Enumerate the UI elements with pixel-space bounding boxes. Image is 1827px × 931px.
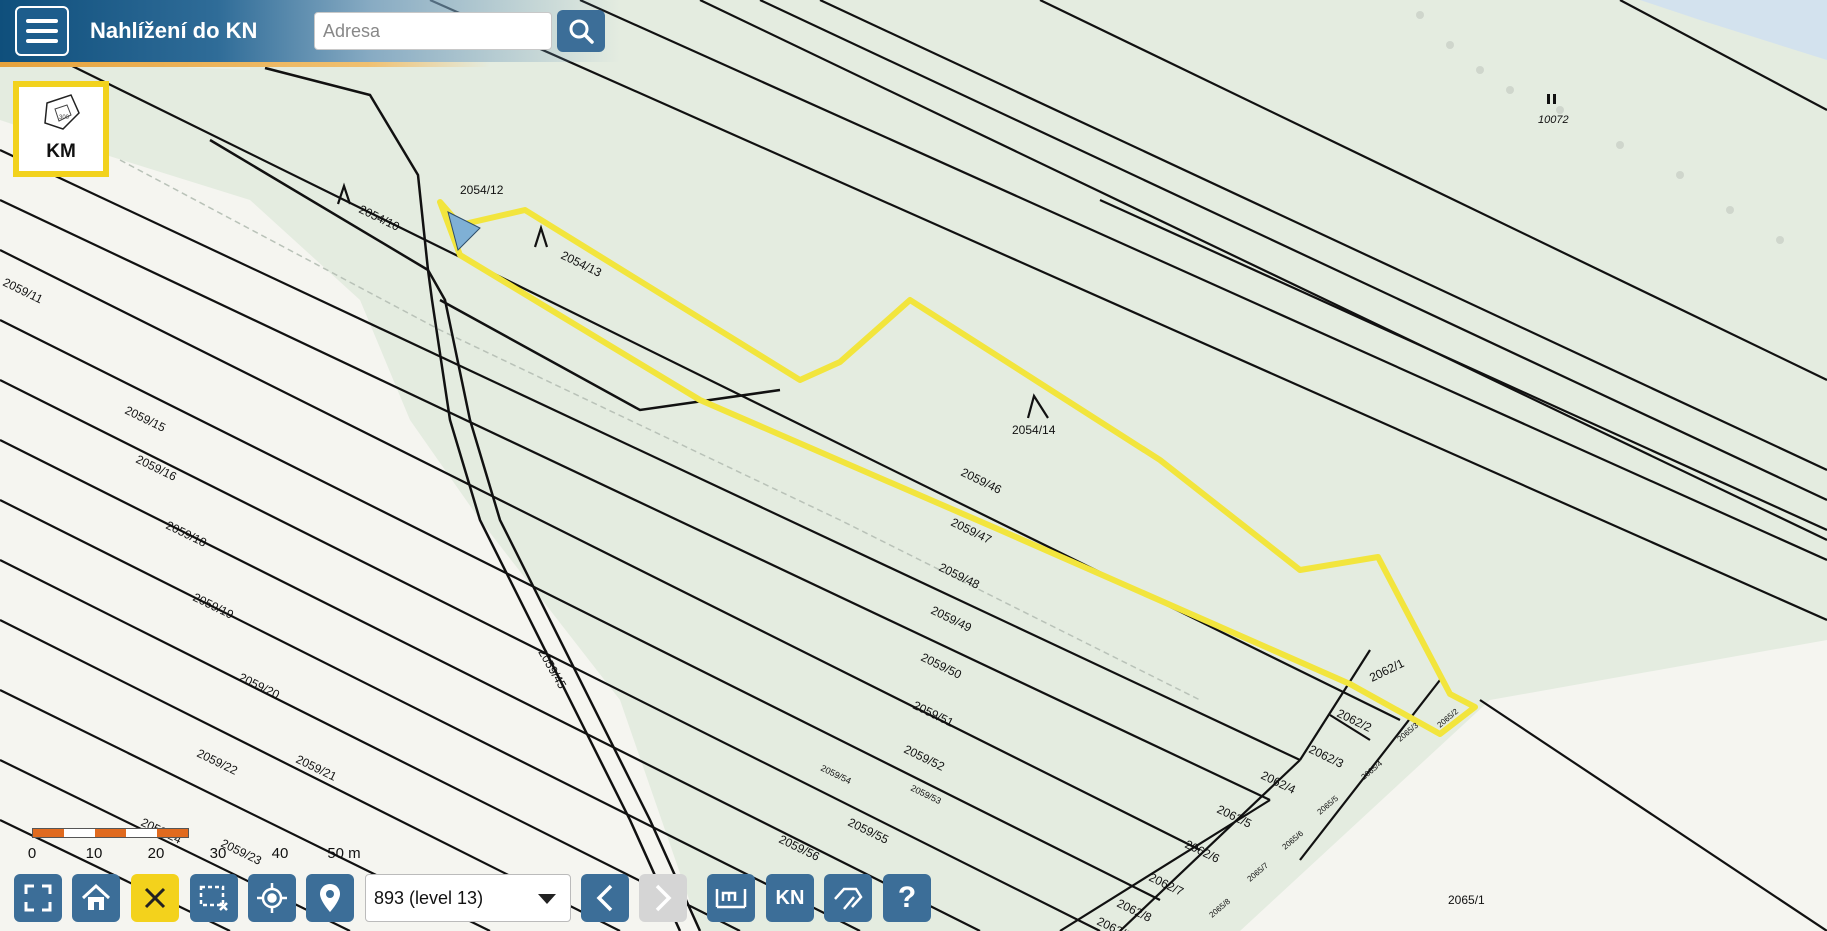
scale-level-select[interactable]: 893 (level 13) [365, 874, 571, 922]
layer-switch-label: KM [46, 141, 76, 162]
next-extent-button[interactable] [639, 874, 687, 922]
draw-parcel-icon [834, 887, 863, 910]
hamburger-icon [26, 19, 58, 23]
home-icon [81, 883, 111, 910]
scale-tick: 50 m [327, 845, 361, 862]
locate-icon [257, 883, 287, 913]
help-button[interactable]: ? [883, 874, 931, 922]
scale-bar-graphic [32, 828, 189, 838]
scale-tick: 0 [27, 845, 37, 862]
fullscreen-icon [24, 884, 52, 912]
parcel-label-2054-14: 2054/14 [1012, 423, 1056, 437]
close-icon [144, 887, 166, 909]
search-button[interactable] [557, 10, 605, 52]
help-icon: ? [897, 881, 917, 914]
scale-bar: 0 10 20 30 40 50 m [28, 828, 361, 868]
clear-selection-button[interactable] [131, 874, 179, 922]
select-area-icon [199, 885, 228, 911]
scale-tick: 20 [147, 845, 165, 862]
scale-level-value: 893 (level 13) [374, 888, 484, 908]
draw-parcel-button[interactable] [824, 874, 872, 922]
locate-button[interactable] [248, 874, 296, 922]
previous-icon [596, 884, 613, 912]
scale-tick: 40 [271, 845, 289, 862]
home-button[interactable] [72, 874, 120, 922]
scale-tick: 10 [85, 845, 103, 862]
search-icon [569, 19, 594, 44]
svg-text:300: 300 [59, 115, 70, 121]
previous-extent-button[interactable] [581, 874, 629, 922]
menu-button[interactable] [15, 6, 69, 56]
fullscreen-button[interactable] [14, 874, 62, 922]
measure-icon [715, 889, 747, 909]
select-area-button[interactable] [190, 874, 238, 922]
layer-switch-km[interactable]: 300 KM [13, 81, 109, 177]
parcel-label-2054-12: 2054/12 [460, 183, 504, 197]
parcel-label: 10072 [1538, 114, 1569, 126]
kn-icon: KN [775, 886, 805, 909]
measure-button[interactable] [707, 874, 755, 922]
parcel-label: 2065/1 [1448, 893, 1485, 907]
address-search-input[interactable] [314, 12, 552, 50]
cadastral-map[interactable]: 2054/12 2054/10 2054/13 2054/14 2059/11 … [0, 0, 1827, 931]
app-title: Nahlížení do KN [90, 18, 258, 43]
chevron-down-icon [538, 894, 556, 904]
next-icon [655, 884, 672, 912]
map-pin-button[interactable] [306, 874, 354, 922]
kn-button[interactable]: KN [766, 874, 814, 922]
map-pin-icon [320, 884, 340, 912]
scale-tick: 30 [209, 845, 227, 862]
header-accent [0, 62, 490, 67]
cadastral-map-thumbnail-icon: 300 [44, 94, 80, 130]
